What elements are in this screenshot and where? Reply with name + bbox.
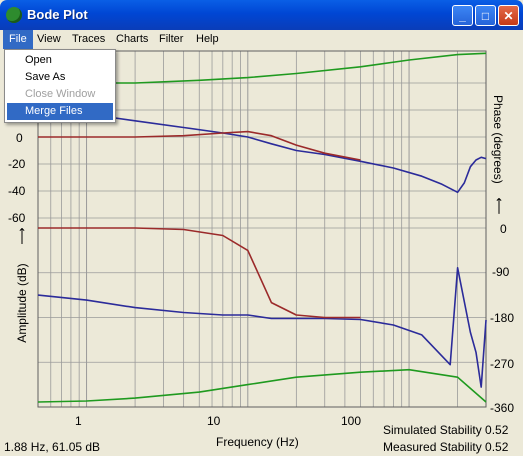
minimize-icon: _ [459,9,466,23]
minimize-button[interactable]: _ [452,5,473,26]
app-icon [6,7,22,23]
title-bar[interactable]: Bode Plot _ □ ✕ [0,0,523,30]
series-line-2 [37,267,487,388]
menu-open[interactable]: Open [7,52,113,69]
measured-stability: Measured Stability 0.52 [383,440,509,454]
phase-tick-180: -180 [490,311,515,325]
phase-tick-360: -360 [490,401,515,415]
amplitude-axis-title: Amplitude (dB) [15,263,29,343]
phase-tick-90: -90 [492,265,510,279]
menu-traces[interactable]: Traces [66,30,111,49]
x-axis-title: Frequency (Hz) [216,435,299,449]
phase-axis-title: Phase (degrees) [491,95,505,184]
close-button[interactable]: ✕ [498,5,519,26]
amp-tick-40: -40 [8,184,26,198]
cursor-readout: 1.88 Hz, 61.05 dB [4,440,101,454]
amplitude-axis-arrow: ⟶ [15,227,29,245]
phase-tick-270: -270 [490,357,515,371]
window-title: Bode Plot [27,7,88,22]
series-line-4 [37,368,487,403]
menu-save-as[interactable]: Save As [7,69,113,86]
maximize-icon: □ [481,9,490,23]
x-tick-100: 100 [341,414,362,428]
menu-close-window: Close Window [25,88,96,100]
menu-view[interactable]: View [31,30,67,49]
close-icon: ✕ [503,9,514,23]
bode-plot-window: Bode Plot _ □ ✕ File View Traces Charts … [0,0,523,456]
phase-axis-arrow: ⟵ [492,197,506,215]
menu-file[interactable]: File [3,30,33,49]
simulated-stability: Simulated Stability 0.52 [383,423,509,437]
menu-bar: File View Traces Charts Filter Help [0,30,523,49]
menu-help[interactable]: Help [190,30,225,49]
maximize-button[interactable]: □ [475,5,496,26]
amp-tick-20: -20 [8,157,26,171]
x-tick-10: 10 [207,414,221,428]
menu-filter[interactable]: Filter [153,30,189,49]
amp-tick-0: 0 [16,131,23,145]
x-tick-1: 1 [75,414,82,428]
file-menu-dropdown: Open Save As Close Window Merge Files [4,49,116,123]
menu-charts[interactable]: Charts [110,30,154,49]
menu-merge-files[interactable]: Merge Files [7,103,113,120]
